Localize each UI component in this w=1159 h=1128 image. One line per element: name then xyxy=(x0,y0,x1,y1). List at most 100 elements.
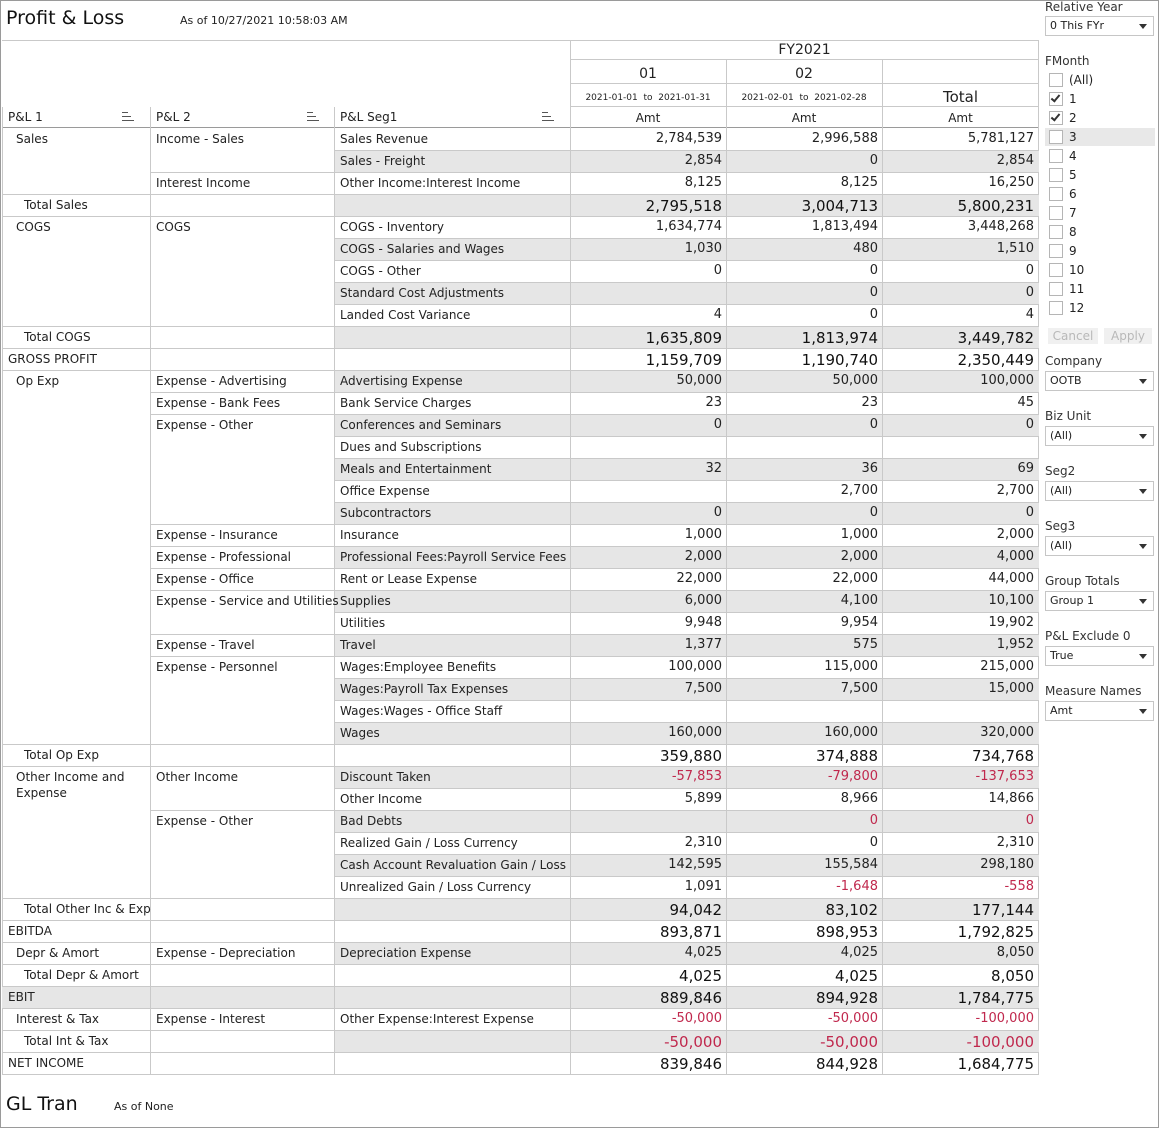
measure-names-dropdown[interactable]: Amt xyxy=(1045,701,1154,721)
pnl1-label: Total Sales xyxy=(24,198,88,212)
fmonth-checkbox[interactable] xyxy=(1049,92,1063,106)
as-of-timestamp: As of 10/27/2021 10:58:03 AM xyxy=(180,14,348,27)
pnl-seg1-label: Wages xyxy=(340,726,380,740)
amount-cell: 69 xyxy=(1017,461,1034,476)
divider xyxy=(150,392,335,393)
p-l-exclude-0-dropdown[interactable]: True xyxy=(1045,646,1154,666)
amount-cell: 1,510 xyxy=(996,241,1034,256)
fmonth-checkbox[interactable] xyxy=(1049,73,1063,87)
pnl2-label: Expense - Depreciation xyxy=(156,946,296,960)
pnl-seg1-label: Subcontractors xyxy=(340,506,432,520)
cancel-button[interactable]: Cancel xyxy=(1048,328,1098,344)
divider xyxy=(334,590,1039,591)
fmonth-checkbox[interactable] xyxy=(1049,301,1063,315)
amount-cell: -57,853 xyxy=(671,769,722,784)
fmonth-option-label[interactable]: 6 xyxy=(1069,187,1077,201)
relative-year-dropdown[interactable]: 0 This FYr xyxy=(1045,16,1154,36)
amount-cell: 115,000 xyxy=(824,659,878,674)
divider xyxy=(2,326,151,327)
divider xyxy=(334,766,1039,767)
fmonth-option-label[interactable]: 8 xyxy=(1069,225,1077,239)
fmonth-checkbox[interactable] xyxy=(1049,282,1063,296)
pnl-seg1-label: Meals and Entertainment xyxy=(340,462,492,476)
amount-cell: 15,000 xyxy=(988,681,1035,696)
fmonth-checkbox[interactable] xyxy=(1049,111,1063,125)
divider xyxy=(2,127,1039,128)
fmonth-option-label[interactable]: 3 xyxy=(1069,130,1077,144)
divider xyxy=(882,59,883,128)
pnl1-label: Total Depr & Amort xyxy=(24,968,139,982)
divider xyxy=(726,128,727,1074)
divider xyxy=(334,920,1039,921)
amount-cell: 0 xyxy=(869,835,878,850)
divider xyxy=(334,282,1039,283)
sort-icon[interactable] xyxy=(542,112,554,122)
pnl-seg1-label: Insurance xyxy=(340,528,399,542)
amount-cell: 5,899 xyxy=(684,791,722,806)
amount-cell: 1,159,709 xyxy=(645,351,722,369)
pnl-seg1-label: Other Expense:Interest Expense xyxy=(340,1012,534,1026)
amount-cell: 0 xyxy=(869,813,878,828)
group-totals-dropdown[interactable]: Group 1 xyxy=(1045,591,1154,611)
biz-unit-dropdown[interactable]: (All) xyxy=(1045,426,1154,446)
fmonth-checkbox[interactable] xyxy=(1049,149,1063,163)
amount-cell: 2,700 xyxy=(996,483,1034,498)
col-header-plseg1[interactable]: P&L Seg1 xyxy=(340,110,397,124)
divider xyxy=(150,348,335,349)
amount-cell: 4,025 xyxy=(835,967,878,985)
fmonth-option-label[interactable]: 4 xyxy=(1069,149,1077,163)
divider xyxy=(2,942,151,943)
fmonth-checkbox[interactable] xyxy=(1049,244,1063,258)
fmonth-option-label[interactable]: 12 xyxy=(1069,301,1084,315)
company-dropdown[interactable]: OOTB xyxy=(1045,371,1154,391)
amount-cell: 9,948 xyxy=(684,615,722,630)
divider xyxy=(2,216,151,217)
fmonth-checkbox[interactable] xyxy=(1049,206,1063,220)
date-range-01: 2021-01-01 to 2021-01-31 xyxy=(585,93,711,103)
amount-cell: 1,000 xyxy=(684,527,722,542)
fmonth-option-label[interactable]: 11 xyxy=(1069,282,1084,296)
amount-cell: 2,350,449 xyxy=(957,351,1034,369)
apply-button[interactable]: Apply xyxy=(1104,328,1152,344)
amount-cell: 8,050 xyxy=(991,967,1034,985)
fmonth-option-label[interactable]: 7 xyxy=(1069,206,1077,220)
divider xyxy=(334,700,1039,701)
pnl1-label: EBITDA xyxy=(8,924,52,938)
seg3-dropdown[interactable]: (All) xyxy=(1045,536,1154,556)
fmonth-option-label[interactable]: (All) xyxy=(1069,73,1093,87)
seg2-dropdown[interactable]: (All) xyxy=(1045,481,1154,501)
col-header-pl1[interactable]: P&L 1 xyxy=(8,110,43,124)
chevron-down-icon xyxy=(1139,654,1147,659)
amount-cell: 2,854 xyxy=(684,153,722,168)
amount-cell: 844,928 xyxy=(815,1055,878,1073)
fmonth-option-label[interactable]: 5 xyxy=(1069,168,1077,182)
fmonth-checkbox[interactable] xyxy=(1049,130,1063,144)
sort-icon[interactable] xyxy=(122,112,134,122)
pnl-seg1-label: Other Income xyxy=(340,792,423,806)
p-l-exclude-0-label: P&L Exclude 0 xyxy=(1045,629,1131,643)
sort-icon[interactable] xyxy=(307,112,319,122)
fmonth-option-label[interactable]: 1 xyxy=(1069,92,1077,106)
divider xyxy=(150,524,335,525)
fmonth-checkbox[interactable] xyxy=(1049,168,1063,182)
amount-cell: 0 xyxy=(1025,263,1034,278)
fmonth-option-label[interactable]: 10 xyxy=(1069,263,1084,277)
fmonth-option-label[interactable]: 9 xyxy=(1069,244,1077,258)
pnl-seg1-label: Realized Gain / Loss Currency xyxy=(340,836,518,850)
divider xyxy=(726,59,727,128)
pnl1-label: Total Op Exp xyxy=(24,748,100,762)
divider xyxy=(2,370,151,371)
amount-cell: 8,125 xyxy=(684,175,722,190)
fmonth-checkbox[interactable] xyxy=(1049,263,1063,277)
biz-unit-label: Biz Unit xyxy=(1045,409,1092,423)
amount-cell: 374,888 xyxy=(815,747,878,765)
fmonth-option-label[interactable]: 2 xyxy=(1069,111,1077,125)
amount-cell: 8,050 xyxy=(996,945,1034,960)
col-header-pl2[interactable]: P&L 2 xyxy=(156,110,191,124)
fmonth-checkbox[interactable] xyxy=(1049,187,1063,201)
pnl-seg1-label: Utilities xyxy=(340,616,386,630)
amount-cell: 0 xyxy=(869,505,878,520)
divider xyxy=(2,40,1039,41)
divider xyxy=(2,348,151,349)
fmonth-checkbox[interactable] xyxy=(1049,225,1063,239)
